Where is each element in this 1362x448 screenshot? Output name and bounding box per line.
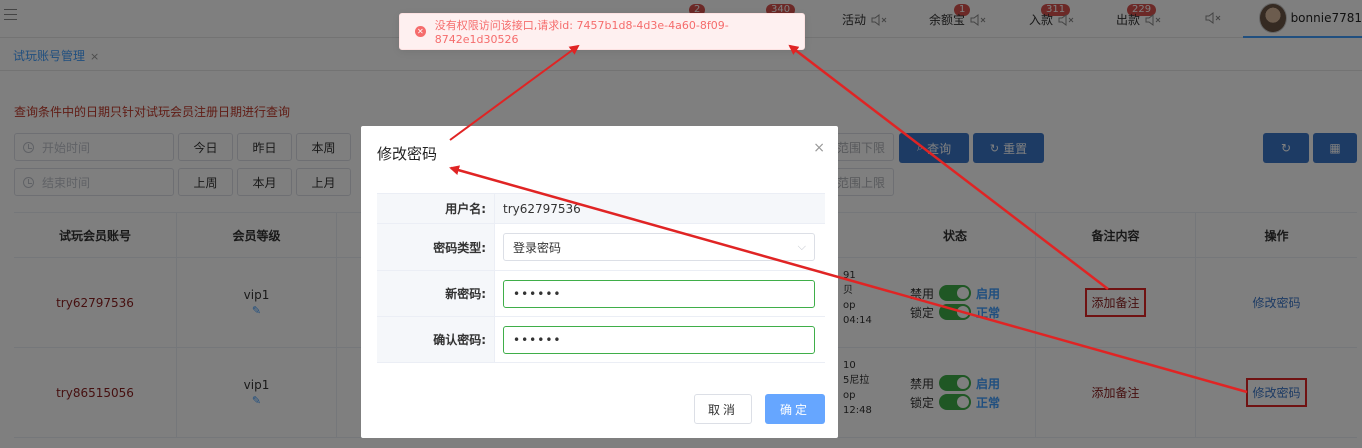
dialog-title: 修改密码	[377, 145, 438, 163]
password-type-cell: 登录密码 ⌵	[495, 224, 825, 270]
confirm-password-cell: ••••••	[495, 317, 825, 362]
username-value: try62797536	[495, 194, 825, 223]
new-password-input[interactable]: ••••••	[503, 279, 815, 308]
toast-message: 没有权限访问该接口,请求id: 7457b1d8-4d3e-4a60-8f09-…	[434, 19, 729, 46]
password-type-select[interactable]: 登录密码 ⌵	[503, 233, 815, 261]
error-icon: ✕	[415, 26, 426, 37]
select-value: 登录密码	[513, 240, 562, 255]
new-password-cell: ••••••	[495, 271, 825, 316]
error-toast: ✕ 没有权限访问该接口,请求id: 7457b1d8-4d3e-4a60-8f0…	[399, 13, 805, 50]
password-type-label: 密码类型:	[377, 224, 495, 270]
form-row-username: 用户名: try62797536	[377, 194, 825, 224]
new-password-label: 新密码:	[377, 271, 495, 316]
username-label: 用户名:	[377, 194, 495, 223]
change-password-dialog: 修改密码 × 用户名: try62797536 密码类型: 登录密码 ⌵ 新密码…	[361, 126, 838, 438]
chevron-down-icon: ⌵	[797, 240, 806, 253]
password-form: 用户名: try62797536 密码类型: 登录密码 ⌵ 新密码: •••••…	[377, 193, 825, 363]
confirm-button[interactable]: 确定	[765, 394, 825, 424]
form-row-confirm: 确认密码: ••••••	[377, 317, 825, 363]
cancel-button[interactable]: 取消	[694, 394, 752, 424]
form-row-type: 密码类型: 登录密码 ⌵	[377, 224, 825, 271]
confirm-password-label: 确认密码:	[377, 317, 495, 362]
confirm-password-input[interactable]: ••••••	[503, 325, 815, 354]
form-row-new: 新密码: ••••••	[377, 271, 825, 317]
close-icon[interactable]: ×	[813, 140, 825, 156]
